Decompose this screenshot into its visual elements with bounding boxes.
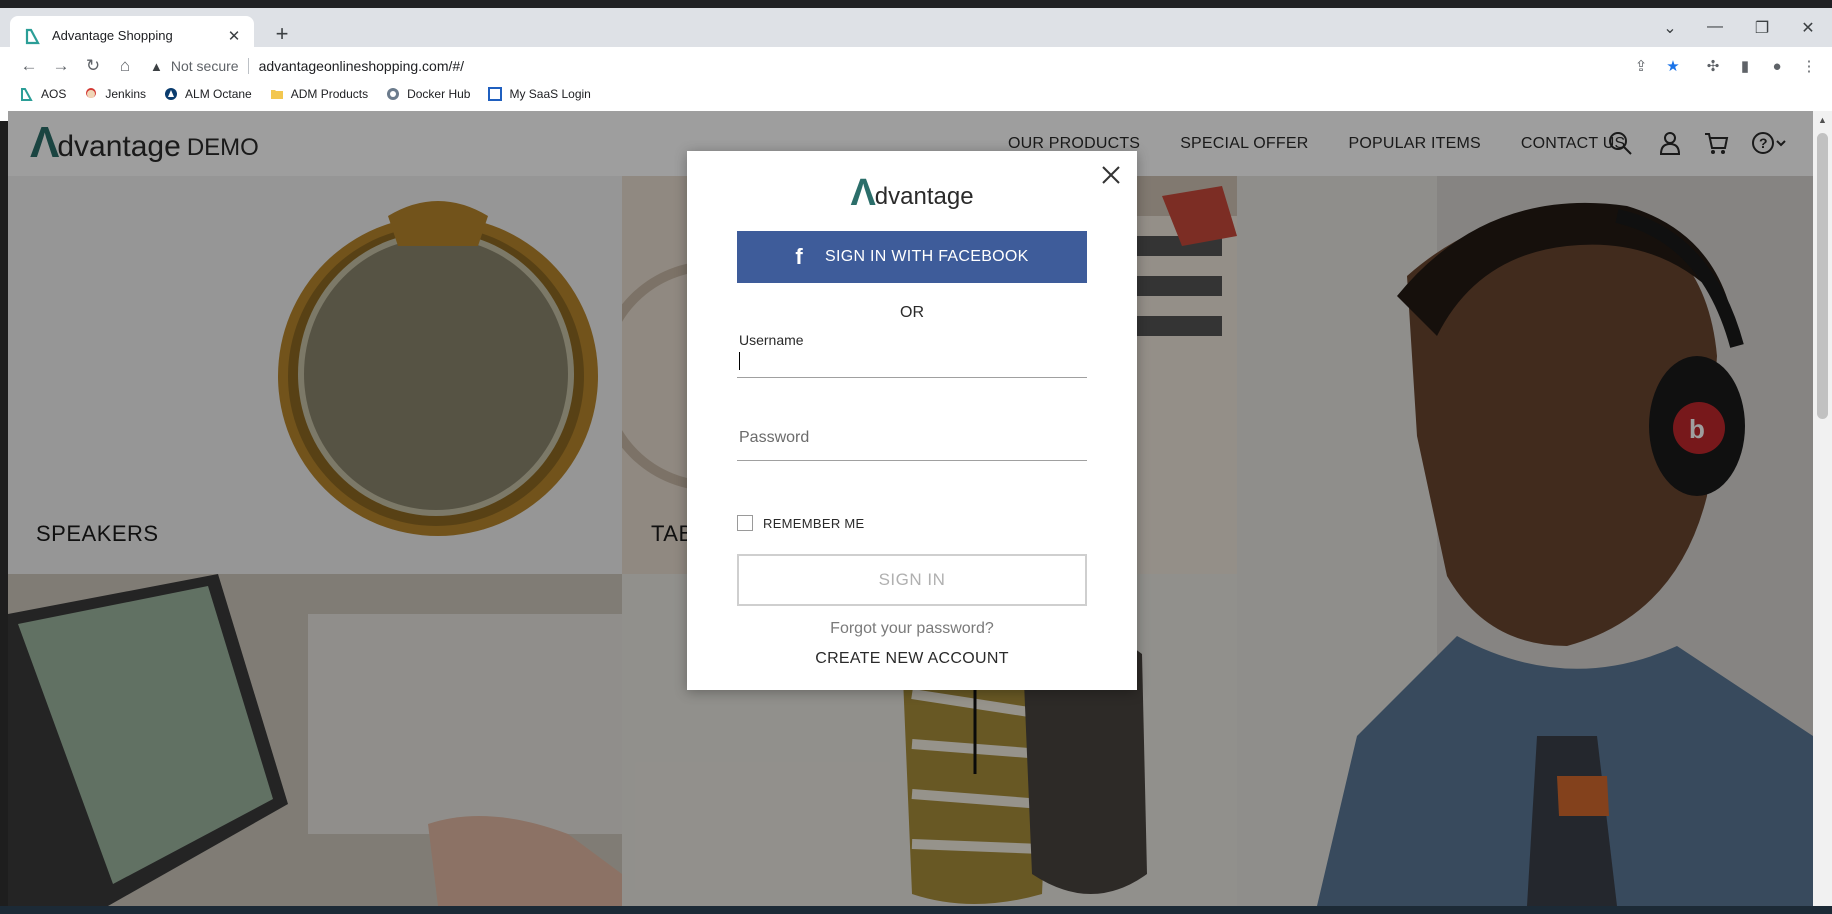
remember-me-label: REMEMBER ME <box>763 515 865 531</box>
warning-icon: ▲ <box>150 58 163 74</box>
window-close-button[interactable]: ✕ <box>1793 18 1823 38</box>
bookmark-label: ADM Products <box>290 87 369 101</box>
back-arrow-icon[interactable]: ← <box>16 53 42 79</box>
login-modal: Λ dvantage f SIGN IN WITH FACEBOOK OR Us… <box>687 151 1137 690</box>
address-separator <box>247 58 249 74</box>
forward-arrow-icon[interactable]: → <box>48 53 74 79</box>
modal-logo: Λ dvantage <box>687 174 1137 212</box>
docker-icon <box>387 88 400 100</box>
saas-icon <box>488 87 503 101</box>
address-url[interactable]: advantageonlineshopping.com/#/ <box>259 58 465 74</box>
bookmark-docker-hub[interactable]: Docker Hub <box>386 87 470 101</box>
bookmark-my-saas-login[interactable]: My SaaS Login <box>488 87 591 101</box>
remember-me[interactable]: REMEMBER ME <box>737 515 865 531</box>
bookmark-label: Docker Hub <box>407 87 471 101</box>
restore-button[interactable]: ❐ <box>1747 18 1777 38</box>
menu-kebab-icon[interactable]: ⋮ <box>1798 56 1820 78</box>
alm-octane-icon <box>165 88 178 100</box>
web-page: Λ dvantage DEMO OUR PRODUCTS SPECIAL OFF… <box>8 111 1813 906</box>
modal-logo-text: dvantage <box>874 183 974 210</box>
username-field: Username <box>737 332 1087 378</box>
username-label: Username <box>739 332 804 348</box>
folder-icon <box>270 90 283 99</box>
bookmark-label: ALM Octane <box>185 87 252 101</box>
home-icon[interactable]: ⌂ <box>112 53 138 79</box>
bookmark-jenkins[interactable]: Jenkins <box>84 87 146 101</box>
security-status: Not secure <box>170 58 239 74</box>
modal-logo-mark: Λ <box>850 172 876 214</box>
extensions-puzzle-icon[interactable]: ✣ <box>1702 56 1724 78</box>
bookmark-adm-products[interactable]: ADM Products <box>270 87 368 101</box>
bookmarks-bar: AOS Jenkins ALM Octane ADM Products Dock… <box>0 78 1832 110</box>
os-taskbar <box>0 906 1832 914</box>
bookmark-star-icon[interactable]: ★ <box>1662 56 1684 78</box>
sign-in-button[interactable]: SIGN IN <box>737 554 1087 606</box>
facebook-signin-label: SIGN IN WITH FACEBOOK <box>824 248 1029 265</box>
tab-close-icon[interactable]: ✕ <box>224 27 244 45</box>
tab-title: Advantage Shopping <box>52 28 173 43</box>
text-caret <box>739 352 740 370</box>
tab-search-icon[interactable]: ⌄ <box>1655 18 1685 38</box>
bookmark-label: AOS <box>41 87 67 101</box>
forgot-password-link[interactable]: Forgot your password? <box>687 620 1137 638</box>
or-divider: OR <box>900 304 924 321</box>
new-tab-button[interactable]: + <box>268 21 296 49</box>
page-scrollbar[interactable]: ▲ <box>1813 111 1832 906</box>
browser-chrome: Advantage Shopping ✕ + ⌄ — ❐ ✕ ← → ↻ ⌂ ▲… <box>0 0 1832 121</box>
remember-me-checkbox[interactable] <box>737 515 753 531</box>
jenkins-icon <box>86 88 97 98</box>
facebook-icon: f <box>795 244 803 269</box>
side-panel-icon[interactable]: ▮ <box>1734 56 1756 78</box>
password-input[interactable] <box>737 427 1087 449</box>
scroll-up-arrow-icon[interactable]: ▲ <box>1818 115 1827 125</box>
username-input[interactable] <box>737 348 1087 370</box>
password-field <box>737 427 1087 461</box>
create-account-link[interactable]: CREATE NEW ACCOUNT <box>687 650 1137 668</box>
tab-strip: Advantage Shopping ✕ + ⌄ — ❐ ✕ <box>0 0 1832 55</box>
scrollbar-thumb[interactable] <box>1817 133 1828 419</box>
aos-favicon-icon <box>25 28 40 44</box>
share-icon[interactable]: ⇪ <box>1630 56 1652 78</box>
reload-icon[interactable]: ↻ <box>80 53 106 79</box>
profile-avatar-icon[interactable]: ● <box>1766 56 1788 78</box>
minimize-button[interactable]: — <box>1700 18 1730 36</box>
bookmark-label: My SaaS Login <box>509 87 591 101</box>
aos-logo-icon <box>21 88 33 101</box>
facebook-signin-button[interactable]: f SIGN IN WITH FACEBOOK <box>737 231 1087 283</box>
bookmark-label: Jenkins <box>105 87 147 101</box>
bookmark-aos[interactable]: AOS <box>20 87 66 101</box>
bookmark-alm-octane[interactable]: ALM Octane <box>164 87 252 101</box>
